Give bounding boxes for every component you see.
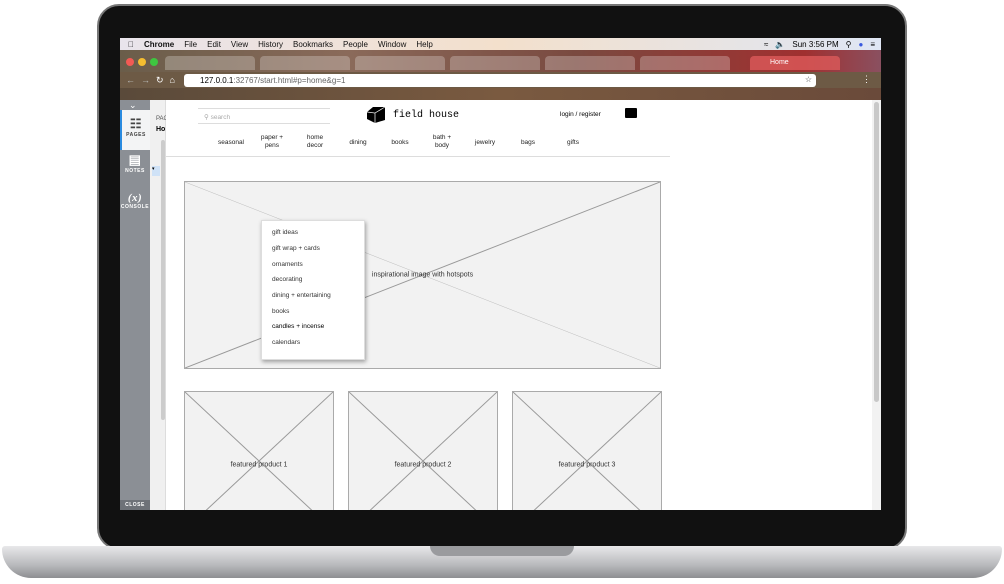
browser-tab[interactable] xyxy=(450,56,540,70)
menu-view[interactable]: View xyxy=(231,40,248,49)
zoom-window-button[interactable] xyxy=(150,58,158,66)
nav-jewelry[interactable]: jewelry xyxy=(465,138,505,148)
nav-bags[interactable]: bags xyxy=(508,138,548,148)
close-label: CLOSE xyxy=(125,502,145,508)
nav-paper-pens[interactable]: paper + pens xyxy=(252,134,292,150)
nav-bath-body[interactable]: bath + body xyxy=(422,134,462,150)
nav-books[interactable]: books xyxy=(380,138,420,148)
siri-icon[interactable]: ● xyxy=(858,40,863,49)
cart-icon[interactable] xyxy=(625,108,637,118)
house-logo-icon xyxy=(366,106,386,123)
url-host: 127.0.0.1 xyxy=(200,76,234,85)
close-window-button[interactable] xyxy=(126,58,134,66)
dropdown-item[interactable]: gift ideas xyxy=(272,229,298,236)
notes-icon: ▤ xyxy=(128,152,142,167)
tab-title: Home xyxy=(770,59,789,66)
laptop-notch xyxy=(430,546,574,556)
browser-tab[interactable] xyxy=(165,56,255,70)
wifi-icon[interactable]: ≈ xyxy=(764,40,768,49)
forward-icon[interactable]: → xyxy=(141,75,150,85)
minimize-window-button[interactable] xyxy=(138,58,146,66)
browser-tab-active[interactable]: Home xyxy=(750,56,840,70)
console-icon: (x) xyxy=(127,192,143,204)
nav-divider xyxy=(166,156,670,157)
dropdown-item[interactable]: calendars xyxy=(272,339,300,346)
tab-bar: Home xyxy=(120,50,881,72)
product-label: featured product 1 xyxy=(230,461,288,469)
console-label: CONSOLE xyxy=(120,204,150,210)
notification-center-icon[interactable]: ≡ xyxy=(870,40,875,49)
featured-product-1[interactable]: featured product 1 xyxy=(184,391,334,510)
menu-edit[interactable]: Edit xyxy=(207,40,221,49)
reload-icon[interactable]: ↻ xyxy=(156,75,164,86)
dropdown-item[interactable]: gift wrap + cards xyxy=(272,245,320,252)
chrome-menu-icon[interactable]: ⋮ xyxy=(862,74,871,85)
dropdown-item[interactable]: dining + entertaining xyxy=(272,292,331,299)
nav-gifts[interactable]: gifts xyxy=(553,138,593,148)
panel-page-name[interactable]: Ho xyxy=(156,126,165,133)
hero-label: inspirational image with hotspots xyxy=(371,271,474,279)
browser-tab[interactable] xyxy=(260,56,350,70)
back-icon[interactable]: ← xyxy=(126,75,135,85)
menu-file[interactable]: File xyxy=(184,40,197,49)
apple-icon[interactable]:  xyxy=(128,40,134,49)
menu-help[interactable]: Help xyxy=(416,40,432,49)
pages-label: PAGES xyxy=(126,132,146,138)
product-label: featured product 2 xyxy=(394,461,452,469)
notes-button[interactable]: ▤ NOTES xyxy=(120,152,150,192)
login-register-link[interactable]: login / register xyxy=(560,111,601,118)
notes-label: NOTES xyxy=(125,168,145,174)
page-expand-icon[interactable]: ▾ xyxy=(152,166,160,176)
search-icon: ⚲ xyxy=(204,114,209,121)
search-input[interactable]: ⚲ search xyxy=(198,108,330,124)
prototype-page: ⚲ search field house login / register se… xyxy=(166,100,872,510)
product-label: featured product 3 xyxy=(558,461,616,469)
menu-history[interactable]: History xyxy=(258,40,283,49)
menu-app[interactable]: Chrome xyxy=(144,40,174,49)
browser-tab[interactable] xyxy=(640,56,730,70)
address-bar[interactable]: 127.0.0.1:32767/start.html#p=home&g=1 ☆ xyxy=(184,74,816,87)
sitemap-icon: ☷ xyxy=(129,116,143,131)
menu-window[interactable]: Window xyxy=(378,40,406,49)
browser-tab[interactable] xyxy=(545,56,635,70)
pages-panel: PAG Ho ▾ xyxy=(150,100,168,510)
url-path: :32767/start.html#p=home&g=1 xyxy=(233,76,346,85)
menu-people[interactable]: People xyxy=(343,40,368,49)
scrollbar-thumb[interactable] xyxy=(874,102,879,402)
home-icon[interactable]: ⌂ xyxy=(170,75,175,85)
bookmark-star-icon[interactable]: ☆ xyxy=(805,75,812,84)
volume-icon[interactable]: 🔈 xyxy=(775,40,785,49)
dropdown-item[interactable]: books xyxy=(272,308,289,315)
panel-scrollbar[interactable] xyxy=(161,140,165,420)
hero-image-placeholder[interactable]: inspirational image with hotspots xyxy=(184,181,661,369)
brand-name[interactable]: field house xyxy=(393,110,459,121)
dropdown-item[interactable]: ornaments xyxy=(272,261,303,268)
nav-dining[interactable]: dining xyxy=(338,138,378,148)
dropdown-item-hovered[interactable]: candles + incense xyxy=(272,323,324,330)
menubar-status: ≈ 🔈 Sun 3:56 PM ⚲ ● ≡ xyxy=(764,38,875,50)
browser-tab[interactable] xyxy=(355,56,445,70)
clock[interactable]: Sun 3:56 PM xyxy=(792,40,838,49)
bookmarks-bar xyxy=(120,88,881,100)
close-button[interactable]: CLOSE xyxy=(120,500,150,510)
spotlight-icon[interactable]: ⚲ xyxy=(846,40,852,49)
nav-home-decor[interactable]: home decor xyxy=(295,134,335,150)
console-button[interactable]: (x) CONSOLE xyxy=(120,192,150,232)
nav-seasonal[interactable]: seasonal xyxy=(211,138,251,148)
screen:  Chrome File Edit View History Bookmark… xyxy=(120,38,881,510)
search-placeholder: search xyxy=(210,114,231,121)
seasonal-dropdown-menu: gift ideas gift wrap + cards ornaments d… xyxy=(261,220,365,360)
axure-sidebar: ⌄ ☷ PAGES ▤ NOTES (x) CONSOLE CLOSE xyxy=(120,100,150,510)
menu-bookmarks[interactable]: Bookmarks xyxy=(293,40,333,49)
page-scrollbar[interactable] xyxy=(872,100,881,510)
dropdown-item[interactable]: decorating xyxy=(272,276,302,283)
pages-button[interactable]: ☷ PAGES xyxy=(120,110,150,150)
featured-product-2[interactable]: featured product 2 xyxy=(348,391,498,510)
featured-product-3[interactable]: featured product 3 xyxy=(512,391,662,510)
